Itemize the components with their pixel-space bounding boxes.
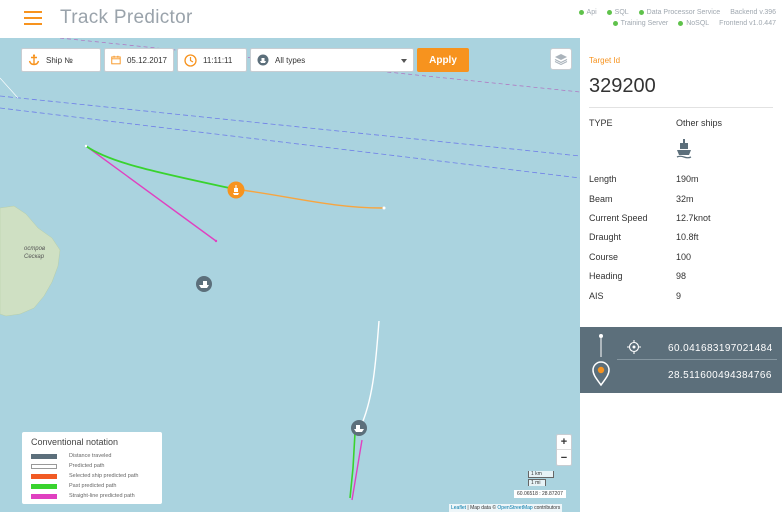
straight-line-predicted-path <box>85 145 217 242</box>
target-id-value: 329200 <box>589 75 656 97</box>
zoom-out-button[interactable]: − <box>557 450 571 465</box>
status-data-processor: Data Processor Service <box>638 9 720 16</box>
ship-number-input[interactable]: Ship № <box>21 48 101 72</box>
status-nosql: NoSQL <box>678 20 709 27</box>
longitude-value: 28.511600494384766 <box>668 370 772 381</box>
latitude-value: 60.041683197021484 <box>668 343 773 354</box>
map-view[interactable]: остров Сескар Ship № 05.12.2017 11:11:11… <box>0 38 580 512</box>
legend-item: Distance traveled <box>31 451 153 461</box>
cursor-coordinates: 60.06518 : 28.87207 <box>514 490 566 498</box>
app-title: Track Predictor <box>60 7 193 28</box>
track-end-point <box>84 144 88 148</box>
predicted-path <box>359 320 380 429</box>
search-toolbar: Ship № 05.12.2017 11:11:11 All types App… <box>21 48 469 72</box>
layers-button[interactable] <box>550 48 572 70</box>
shipping-lane-line <box>0 107 580 179</box>
backend-version: Backend v.396 <box>730 9 776 16</box>
legend-swatch <box>31 483 57 489</box>
frontend-version: Frontend v1.0.447 <box>719 20 776 27</box>
anchor-icon <box>28 54 40 66</box>
past-predicted-path <box>85 145 235 190</box>
app-root: Track Predictor Api SQL Data Processor S… <box>0 0 782 512</box>
legend-swatch <box>31 493 57 499</box>
zoom-in-button[interactable]: + <box>557 435 571 450</box>
leaflet-link[interactable]: Leaflet <box>451 505 466 511</box>
selected-ship-predicted-path <box>233 188 385 209</box>
zoom-control: + − <box>556 434 572 466</box>
coordinates-box: 60.041683197021484 28.511600494384766 <box>580 327 782 393</box>
service-status: Api SQL Data Processor Service Backend v… <box>526 7 776 29</box>
ship-type-select[interactable]: All types <box>250 48 414 72</box>
legend-item: Predicted path <box>31 461 153 471</box>
legend-swatch <box>31 473 57 479</box>
osm-link[interactable]: OpenStreetMap <box>497 505 532 511</box>
legend-item: Past predicted path <box>31 481 153 491</box>
legend-item: Straight-line predicted path <box>31 491 153 501</box>
legend-item: Selected ship predicted path <box>31 471 153 481</box>
ship-marker-icon <box>196 276 212 292</box>
status-dot-icon <box>638 10 644 15</box>
map-attribution: Leaflet | Map data © OpenStreetMap contr… <box>449 504 563 512</box>
status-dot-icon <box>612 21 618 26</box>
legend-title: Conventional notation <box>31 437 119 447</box>
ship-icon <box>676 139 692 159</box>
status-dot-icon <box>678 21 684 26</box>
status-dot-icon <box>606 10 612 15</box>
island-label: Сескар <box>24 254 45 260</box>
border-line <box>0 77 19 99</box>
calendar-icon <box>111 55 121 65</box>
scale-mi: 1 mi <box>528 479 546 486</box>
legend-swatch <box>31 463 57 469</box>
hamburger-menu-icon[interactable] <box>24 11 42 25</box>
target-details-panel: Target Id 329200 TYPE Other ships Length… <box>580 38 782 512</box>
scale-bar: 1 km 1 mi <box>528 471 554 487</box>
status-api: Api <box>578 9 597 16</box>
clock-icon <box>184 53 197 67</box>
legend-swatch <box>31 453 57 459</box>
target-id-label: Target Id <box>589 56 621 65</box>
scale-km: 1 km <box>528 471 554 478</box>
time-picker[interactable]: 11:11:11 <box>177 48 247 72</box>
chevron-down-icon <box>401 59 407 63</box>
status-sql: SQL <box>606 9 629 16</box>
crosshair-icon <box>627 340 641 354</box>
apply-button[interactable]: Apply <box>417 48 469 72</box>
header: Track Predictor Api SQL Data Processor S… <box>0 0 782 38</box>
selected-ship-marker-icon <box>227 181 245 199</box>
location-pin-icon <box>592 334 610 387</box>
island-label: остров <box>24 246 45 252</box>
ship-type-icon <box>257 54 269 66</box>
divider <box>589 107 773 108</box>
status-training-server: Training Server <box>612 20 668 27</box>
track-end-point <box>214 239 218 243</box>
date-picker[interactable]: 05.12.2017 <box>104 48 174 72</box>
coordinates-divider <box>617 359 777 360</box>
layers-icon <box>554 54 568 65</box>
ship-marker-icon <box>351 420 367 436</box>
status-dot-icon <box>578 10 584 15</box>
legend-panel: Conventional notation Distance traveled … <box>22 432 162 504</box>
island-shape <box>0 205 61 317</box>
track-end-point <box>382 206 386 210</box>
